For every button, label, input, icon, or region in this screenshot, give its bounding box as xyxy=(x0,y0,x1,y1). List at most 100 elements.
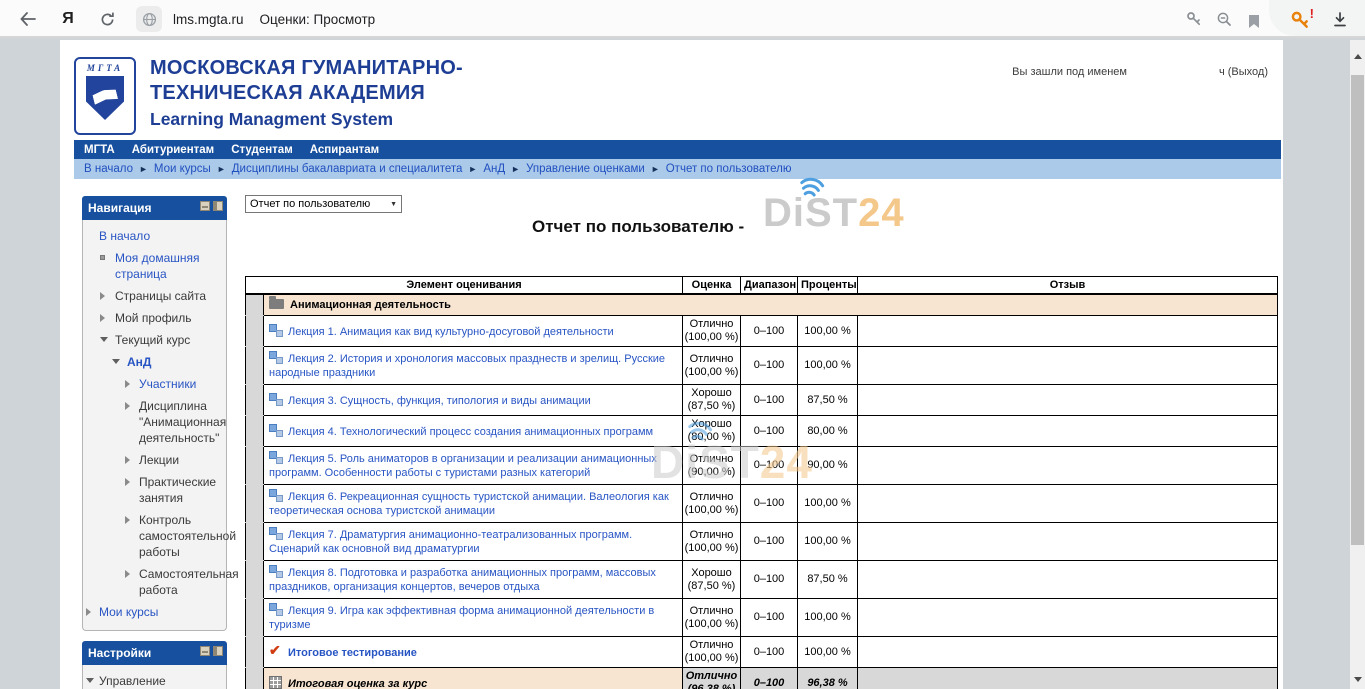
tree-marker-icon[interactable] xyxy=(125,570,130,578)
tree-marker-icon[interactable] xyxy=(125,478,130,486)
reload-icon[interactable] xyxy=(97,9,117,29)
tree-marker-icon[interactable] xyxy=(125,402,130,410)
menu-item[interactable]: Абитуриентам xyxy=(132,144,214,156)
password-key-icon[interactable] xyxy=(1184,9,1204,29)
yandex-icon[interactable]: Я xyxy=(58,9,78,29)
vertical-scrollbar[interactable] xyxy=(1350,40,1365,689)
navigation-item-label[interactable]: Контроль самостоятельной работы xyxy=(139,513,236,559)
tree-marker-icon[interactable] xyxy=(112,359,120,364)
navigation-item-label[interactable]: Моя домашняя страница xyxy=(115,251,200,281)
zoom-out-icon[interactable] xyxy=(1214,9,1234,29)
navigation-item-label[interactable]: Лекции xyxy=(139,453,179,467)
breadcrumb-item: ► Мои курсы xyxy=(133,163,211,175)
tree-marker-icon[interactable] xyxy=(86,608,91,616)
tree-marker-icon[interactable] xyxy=(86,678,94,683)
tree-marker-icon[interactable] xyxy=(100,255,105,260)
address-bar[interactable]: lms.mgta.ru Оценки: Просмотр xyxy=(136,6,375,32)
settings-item-label[interactable]: Управление оценками xyxy=(99,674,166,689)
block-dock-icon[interactable] xyxy=(213,201,223,211)
navigation-tree-item[interactable]: Текущий курс xyxy=(85,329,224,351)
indent-cell xyxy=(246,294,264,316)
navigation-tree-item[interactable]: Моя домашняя страница xyxy=(85,247,224,285)
activity-link[interactable]: Итоговое тестирование xyxy=(288,647,417,659)
navigation-item-label[interactable]: Страницы сайта xyxy=(115,289,206,303)
navigation-item-label[interactable]: АнД xyxy=(127,355,151,369)
breadcrumb-link[interactable]: АнД xyxy=(483,163,505,175)
navigation-tree-item[interactable]: Мой профиль xyxy=(85,307,224,329)
scroll-down-button[interactable] xyxy=(1350,671,1365,687)
breadcrumb-item: ► Дисциплины бакалавриата и специалитета xyxy=(211,163,463,175)
breadcrumb-link[interactable]: Дисциплины бакалавриата и специалитета xyxy=(232,163,463,175)
breadcrumb-link[interactable]: Мои курсы xyxy=(154,163,211,175)
grade-item-row: Лекция 6. Рекреационная сущность туристс… xyxy=(246,485,1278,523)
menu-item[interactable]: МГТА xyxy=(84,144,115,156)
menu-item[interactable]: Студентам xyxy=(231,144,293,156)
grade-word: Хорошо xyxy=(684,418,739,431)
academy-logo[interactable]: МГТА xyxy=(74,57,136,135)
navigation-item-label[interactable]: Участники xyxy=(139,377,196,391)
activity-link[interactable]: Лекция 7. Драматургия анимационно-театра… xyxy=(269,529,632,555)
bookmark-icon[interactable] xyxy=(1244,11,1264,31)
block-dock-icon[interactable] xyxy=(213,646,223,656)
navigation-tree-item[interactable]: Самостоятельная работа xyxy=(85,563,224,601)
download-icon[interactable] xyxy=(1330,9,1350,29)
navigation-tree-item[interactable]: Лекции xyxy=(85,449,224,471)
block-collapse-icon[interactable] xyxy=(200,201,210,211)
course-total-range-cell: 0–100 xyxy=(741,668,798,689)
activity-link[interactable]: Лекция 5. Роль аниматоров в организации … xyxy=(269,453,657,479)
tree-marker-icon[interactable] xyxy=(100,292,105,300)
navigation-tree-item[interactable]: Дисциплина "Анимационная деятельность" xyxy=(85,395,224,449)
back-icon[interactable] xyxy=(18,9,38,29)
navigation-tree-item[interactable]: АнД xyxy=(85,351,224,373)
menu-item[interactable]: Аспирантам xyxy=(310,144,379,156)
grade-cell: Отлично(100,00 %) xyxy=(683,316,741,347)
tree-marker-icon[interactable] xyxy=(125,456,130,464)
navigation-item-label[interactable]: Текущий курс xyxy=(115,333,190,347)
navigation-tree-item[interactable]: Страницы сайта xyxy=(85,285,224,307)
navigation-tree-item[interactable]: Участники xyxy=(85,373,224,395)
grade-cell: Хорошо(87,50 %) xyxy=(683,561,741,599)
tree-marker-icon[interactable] xyxy=(125,380,130,388)
navigation-item-label[interactable]: Самостоятельная работа xyxy=(139,567,239,597)
navigation-item-label[interactable]: Мои курсы xyxy=(99,605,158,619)
tree-marker-icon[interactable] xyxy=(100,337,108,342)
navigation-item-label[interactable]: В начало xyxy=(99,229,150,243)
navigation-item-label[interactable]: Мой профиль xyxy=(115,311,192,325)
activity-link[interactable]: Лекция 6. Рекреационная сущность туристс… xyxy=(269,491,669,517)
breadcrumb-link[interactable]: В начало xyxy=(84,163,133,175)
breadcrumb-link[interactable]: Управление оценками xyxy=(526,163,645,175)
activity-link[interactable]: Лекция 4. Технологический процесс создан… xyxy=(288,426,653,438)
breadcrumb-link[interactable]: Отчет по пользователю xyxy=(666,163,792,175)
activity-icon xyxy=(269,489,283,502)
navigation-tree-item[interactable]: Мои курсы xyxy=(85,601,224,623)
report-type-select[interactable]: Отчет по пользователю ▼ xyxy=(245,195,402,213)
scrollbar-thumb[interactable] xyxy=(1351,75,1364,545)
range-cell: 0–100 xyxy=(741,416,798,447)
activity-link[interactable]: Лекция 9. Игра как эффективная форма ани… xyxy=(269,605,654,631)
navigation-item-label[interactable]: Практические занятия xyxy=(139,475,216,505)
breadcrumb-item: ► В начало xyxy=(84,163,133,175)
settings-tree-item[interactable]: Управление оценками xyxy=(85,670,224,689)
password-alert-icon[interactable]: ! xyxy=(1288,8,1312,32)
navigation-tree-item[interactable]: Практические занятия xyxy=(85,471,224,509)
url-text[interactable]: lms.mgta.ru xyxy=(173,12,244,27)
grade-item-row: Лекция 5. Роль аниматоров в организации … xyxy=(246,447,1278,485)
activity-icon xyxy=(269,324,283,337)
navigation-tree-item[interactable]: Контроль самостоятельной работы xyxy=(85,509,224,563)
activity-link[interactable]: Лекция 2. История и хронология массовых … xyxy=(269,353,665,379)
page-title: Отчет по пользователю - xyxy=(532,217,744,237)
activity-link[interactable]: Лекция 8. Подготовка и разработка анимац… xyxy=(269,567,656,593)
alert-exclamation: ! xyxy=(1310,6,1314,21)
scroll-up-button[interactable] xyxy=(1350,48,1365,64)
activity-link[interactable]: Лекция 3. Сущность, функция, типология и… xyxy=(288,395,591,407)
navigation-tree-item[interactable]: В начало xyxy=(85,225,224,247)
block-collapse-icon[interactable] xyxy=(200,646,210,656)
navigation-item-label[interactable]: Дисциплина "Анимационная деятельность" xyxy=(139,399,226,445)
tree-marker-icon[interactable] xyxy=(100,314,105,322)
col-header-feedback: Отзыв xyxy=(858,277,1278,295)
settings-block: Настройки Управление оценками Обзорный о… xyxy=(82,641,227,689)
navigation-block-header: Навигация xyxy=(82,196,227,220)
activity-link[interactable]: Лекция 1. Анимация как вид культурно-дос… xyxy=(288,326,614,338)
logout-link[interactable]: ч (Выход) xyxy=(1219,66,1268,78)
tree-marker-icon[interactable] xyxy=(125,516,130,524)
